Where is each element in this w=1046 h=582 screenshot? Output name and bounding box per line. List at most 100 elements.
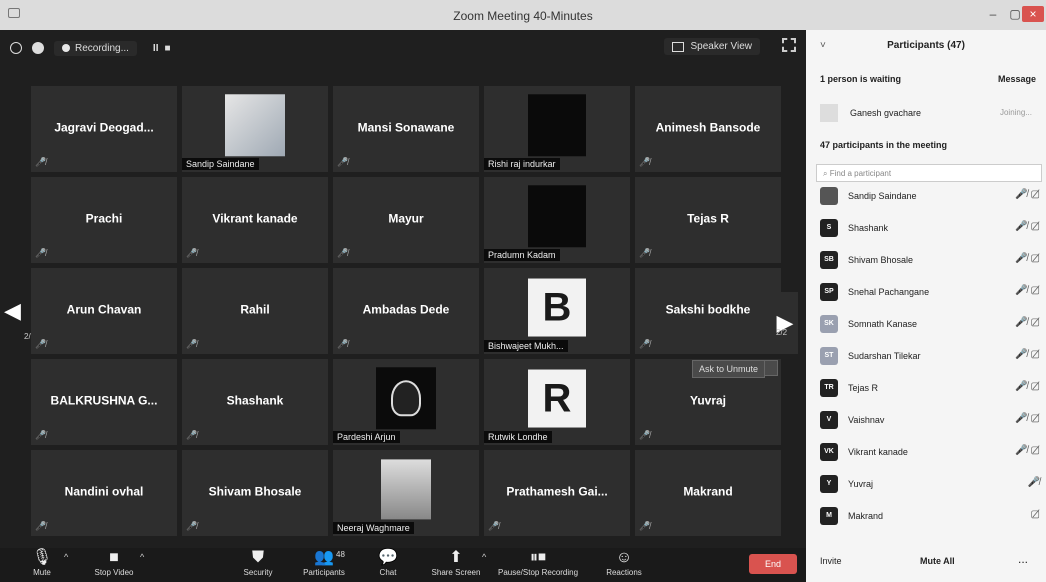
avatar: ST [820, 347, 838, 365]
mute-all-button[interactable]: Mute All [920, 556, 955, 566]
participant-tile-name: Ambadas Dede [362, 302, 450, 317]
more-options-icon[interactable]: ... [1018, 552, 1028, 566]
participant-tile-label: Bishwajeet Mukh... [484, 340, 568, 352]
participant-row[interactable]: Sandip Saindane 🎤̸ ▢̸ [818, 186, 1042, 210]
participant-tile-name: Arun Chavan [66, 302, 142, 317]
participant-tile[interactable]: Pardeshi Arjun [333, 359, 479, 445]
participant-name: Tejas R [848, 383, 879, 393]
participant-tile[interactable]: Tejas R 🎤̸ [635, 177, 781, 263]
reactions-button[interactable]: ☺ Reactions [584, 548, 664, 577]
recording-label: Recording... [75, 42, 129, 54]
stop-recording-icon[interactable]: ■ [164, 43, 170, 54]
end-meeting-button[interactable]: End [749, 554, 797, 574]
mic-camera-status-icon: ▢̸ [1030, 509, 1040, 520]
muted-mic-icon: 🎤̸ [186, 430, 198, 440]
avatar: SP [820, 283, 838, 301]
minimize-icon[interactable]: – [982, 6, 1004, 22]
participant-tile-name: BALKRUSHNA G... [50, 393, 158, 408]
recording-controls: II ■ [153, 43, 171, 54]
participant-row[interactable]: S Shashank 🎤̸ ▢̸ [818, 218, 1042, 242]
participant-row[interactable]: SK Somnath Kanase 🎤̸ ▢̸ [818, 314, 1042, 338]
pause-stop-recording-button[interactable]: ⏸⏹ Pause/Stop Recording [498, 548, 578, 577]
participant-tile[interactable]: Arun Chavan 🎤̸ [31, 268, 177, 354]
close-icon[interactable]: × [1022, 6, 1044, 22]
participant-tile[interactable]: Mansi Sonawane 🎤̸ [333, 86, 479, 172]
next-page-icon[interactable]: ▶ [772, 292, 798, 354]
invite-button[interactable]: Invite [820, 556, 842, 566]
participant-tile[interactable]: R Rutwik Londhe [484, 359, 630, 445]
panel-header: ˅ Participants (47) [806, 36, 1046, 56]
title-bar: Zoom Meeting 40-Minutes – ▢ × [0, 0, 1046, 30]
participant-tile-name: Sakshi bodkhe [665, 302, 751, 317]
participant-tile[interactable]: Jagravi Deogad... 🎤̸ [31, 86, 177, 172]
participant-tile[interactable]: BALKRUSHNA G... 🎤̸ [31, 359, 177, 445]
muted-mic-icon: 🎤̸ [35, 248, 47, 258]
prev-page-icon[interactable]: ◀ [4, 298, 21, 324]
participant-name: Vikrant kanade [848, 447, 908, 457]
participant-tile[interactable]: Rahil 🎤̸ [182, 268, 328, 354]
participant-row[interactable]: M Makrand ▢̸ [818, 506, 1042, 530]
participant-tile-name: Shivam Bhosale [208, 484, 302, 499]
participant-tile[interactable]: Animesh Bansode 🎤̸ [635, 86, 781, 172]
gallery-grid: Jagravi Deogad... 🎤̸ Sandip Saindane Mansi … [31, 86, 782, 538]
participant-tile-label: Neeraj Waghmare [333, 522, 414, 534]
tile-more-button[interactable] [764, 360, 778, 376]
participant-tile[interactable]: Shivam Bhosale 🎤̸ [182, 450, 328, 536]
participant-name: Shashank [848, 223, 889, 233]
participant-tile-name: Vikrant kanade [212, 211, 298, 226]
fullscreen-icon[interactable] [782, 38, 796, 52]
participant-tile[interactable]: Rishi raj indurkar [484, 86, 630, 172]
participant-row[interactable]: TR Tejas R 🎤̸ ▢̸ [818, 378, 1042, 402]
participant-tile[interactable]: Mayur 🎤̸ [333, 177, 479, 263]
audio-options-chevron-icon[interactable]: ^ [64, 552, 68, 562]
muted-mic-icon: 🎤̸ [639, 339, 651, 349]
participant-tile[interactable]: Shashank 🎤̸ [182, 359, 328, 445]
record-dot-icon [62, 44, 70, 52]
avatar: TR [820, 379, 838, 397]
participant-tile-name: Prachi [85, 211, 123, 226]
participant-tile-name: Jagravi Deogad... [54, 120, 154, 135]
participant-tile-name: Rahil [240, 302, 270, 317]
participant-name: Shivam Bhosale [848, 255, 914, 265]
microphone-icon: 🎙 [31, 549, 53, 566]
participant-tile[interactable]: Makrand 🎤̸ [635, 450, 781, 536]
muted-mic-icon: 🎤̸ [337, 339, 349, 349]
participant-tile[interactable]: Neeraj Waghmare [333, 450, 479, 536]
mute-button[interactable]: 🎙 Mute [2, 548, 82, 577]
share-options-chevron-icon[interactable]: ^ [482, 552, 486, 562]
mic-camera-status-icon: 🎤̸ ▢̸ [1015, 317, 1040, 328]
shield-icon[interactable] [32, 42, 44, 54]
participant-tile[interactable]: Prachi 🎤̸ [31, 177, 177, 263]
participant-tile[interactable]: B Bishwajeet Mukh... [484, 268, 630, 354]
participant-row[interactable]: V Vaishnav 🎤̸ ▢̸ [818, 410, 1042, 434]
muted-mic-icon: 🎤̸ [639, 521, 651, 531]
info-icon[interactable] [10, 42, 22, 54]
message-waiting-button[interactable]: Message [998, 74, 1036, 84]
search-placeholder: Find a participant [829, 169, 892, 178]
participant-tile[interactable]: Sandip Saindane [182, 86, 328, 172]
muted-mic-icon: 🎤̸ [35, 430, 47, 440]
muted-mic-icon: 🎤̸ [639, 430, 651, 440]
waiting-participant-row[interactable]: Ganesh gvachare Joining... [820, 104, 1036, 124]
participant-tile[interactable]: Prathamesh Gai... 🎤̸ [484, 450, 630, 536]
muted-mic-icon: 🎤̸ [35, 339, 47, 349]
participant-row[interactable]: VK Vikrant kanade 🎤̸ ▢̸ [818, 442, 1042, 466]
participant-row[interactable]: ST Sudarshan Tilekar 🎤̸ ▢̸ [818, 346, 1042, 370]
participant-row[interactable]: Y Yuvraj 🎤̸ [818, 474, 1042, 498]
participant-tile[interactable]: Pradumn Kadam [484, 177, 630, 263]
participant-tile[interactable]: Nandini ovhal 🎤̸ [31, 450, 177, 536]
participant-row[interactable]: SB Shivam Bhosale 🎤̸ ▢̸ [818, 250, 1042, 274]
avatar [820, 104, 838, 122]
participant-tile-label: Rishi raj indurkar [484, 158, 560, 170]
in-meeting-heading: 47 participants in the meeting [820, 140, 948, 150]
participant-row[interactable]: SP Snehal Pachangane 🎤̸ ▢̸ [818, 282, 1042, 306]
participant-tile[interactable]: Sakshi bodkhe 🎤̸ [635, 268, 781, 354]
participant-tile[interactable]: Ambadas Dede 🎤̸ [333, 268, 479, 354]
video-options-chevron-icon[interactable]: ^ [140, 552, 144, 562]
speaker-view-button[interactable]: Speaker View [664, 38, 760, 55]
participant-tile[interactable]: Vikrant kanade 🎤̸ [182, 177, 328, 263]
pause-recording-icon[interactable]: II [153, 43, 159, 54]
participant-search-input[interactable]: ⌕ Find a participant [816, 164, 1042, 182]
ask-to-unmute-button[interactable]: Ask to Unmute [692, 360, 766, 378]
participant-tile-name: Mayur [388, 211, 424, 226]
